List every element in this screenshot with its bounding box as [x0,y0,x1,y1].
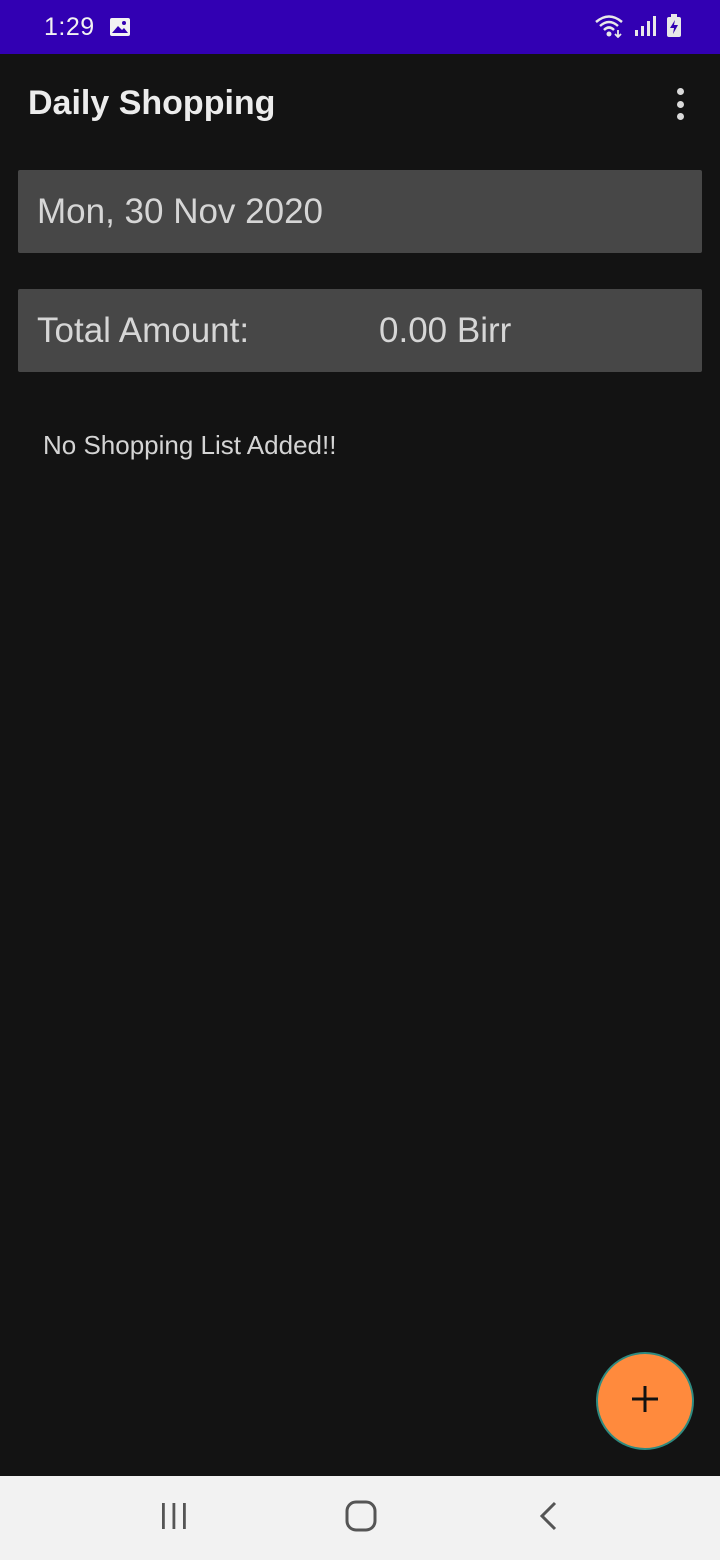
home-button[interactable] [301,1476,421,1560]
app-bar: Daily Shopping [0,54,720,154]
back-button[interactable] [489,1476,609,1560]
system-nav-bar [0,1476,720,1560]
battery-charging-icon [666,14,682,38]
home-icon [344,1499,378,1538]
back-icon [537,1500,561,1537]
total-value: 0.00 Birr [379,310,512,350]
status-time: 1:29 [44,12,95,41]
more-vert-icon[interactable] [662,84,698,124]
date-value: Mon, 30 Nov 2020 [37,191,324,231]
date-field[interactable]: Mon, 30 Nov 2020 [18,170,702,253]
total-amount-box: Total Amount: 0.00 Birr [18,289,702,372]
recents-button[interactable] [114,1476,234,1560]
plus-icon [631,1385,659,1418]
page-title: Daily Shopping [28,84,276,122]
wifi-icon [594,14,624,38]
status-bar: 1:29 [0,0,720,54]
total-label: Total Amount: [37,310,250,350]
recents-icon [159,1501,189,1536]
empty-state-message: No Shopping List Added!! [43,430,337,460]
add-item-button[interactable] [596,1352,694,1450]
signal-icon [634,15,656,37]
gallery-icon [109,17,131,37]
